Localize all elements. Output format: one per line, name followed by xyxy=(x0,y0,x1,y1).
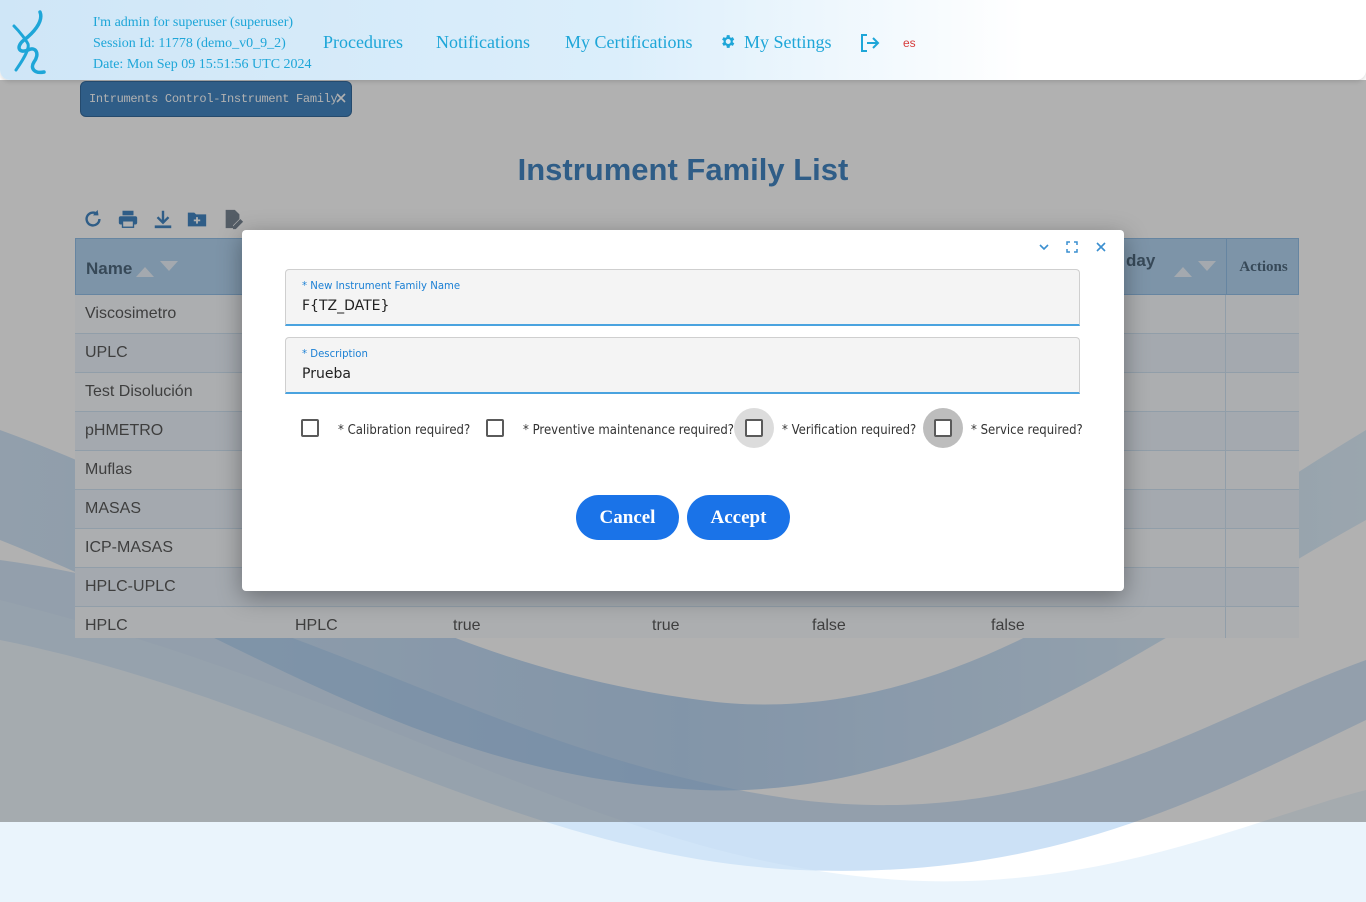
instrument-family-name-input[interactable] xyxy=(302,296,1062,316)
nav-my-certifications[interactable]: My Certifications xyxy=(565,32,692,53)
session-date: Date: Mon Sep 09 15:51:56 UTC 2024 xyxy=(93,57,312,72)
session-id: Session Id: 11778 (demo_v0_9_2) xyxy=(93,36,286,51)
accept-button[interactable]: Accept xyxy=(687,495,790,540)
required-mark: * xyxy=(302,347,311,360)
calibration-required-label: * Calibration required? xyxy=(338,423,471,438)
preventive-maintenance-required-checkbox[interactable] xyxy=(486,419,504,437)
language-switch[interactable]: es xyxy=(903,36,916,50)
session-user: I'm admin for superuser (superuser) xyxy=(93,15,294,30)
description-field[interactable]: * Description xyxy=(285,337,1080,394)
name-field-label: * New Instrument Family Name xyxy=(302,279,460,292)
logout-icon[interactable] xyxy=(859,33,881,53)
preventive-maintenance-required-label: * Preventive maintenance required? xyxy=(523,423,734,438)
gear-icon xyxy=(722,35,735,48)
top-header: I'm admin for superuser (superuser) Sess… xyxy=(0,0,1366,80)
cancel-button[interactable]: Cancel xyxy=(576,495,679,540)
name-field-label-text: New Instrument Family Name xyxy=(310,279,461,292)
calibration-required-checkbox[interactable] xyxy=(301,419,319,437)
description-field-label: * Description xyxy=(302,347,368,360)
verification-required-checkbox[interactable] xyxy=(745,419,763,437)
instrument-family-name-field[interactable]: * New Instrument Family Name xyxy=(285,269,1080,326)
service-required-label: * Service required? xyxy=(971,423,1083,438)
new-instrument-family-dialog: * New Instrument Family Name * Descripti… xyxy=(242,230,1124,591)
nav-procedures[interactable]: Procedures xyxy=(323,32,403,53)
verification-required-label: * Verification required? xyxy=(782,423,917,438)
nav-my-settings-label: My Settings xyxy=(744,32,832,52)
app-logo-icon xyxy=(12,10,46,75)
maximize-icon[interactable] xyxy=(1065,240,1079,254)
description-input[interactable] xyxy=(302,364,1062,384)
close-icon[interactable] xyxy=(1094,240,1108,254)
required-mark: * xyxy=(302,279,311,292)
nav-my-settings[interactable]: My Settings xyxy=(719,32,832,53)
nav-notifications[interactable]: Notifications xyxy=(436,32,530,53)
minimize-icon[interactable] xyxy=(1037,240,1051,254)
service-required-checkbox[interactable] xyxy=(934,419,952,437)
session-info: I'm admin for superuser (superuser) Sess… xyxy=(93,12,312,75)
description-field-label-text: Description xyxy=(310,347,368,360)
